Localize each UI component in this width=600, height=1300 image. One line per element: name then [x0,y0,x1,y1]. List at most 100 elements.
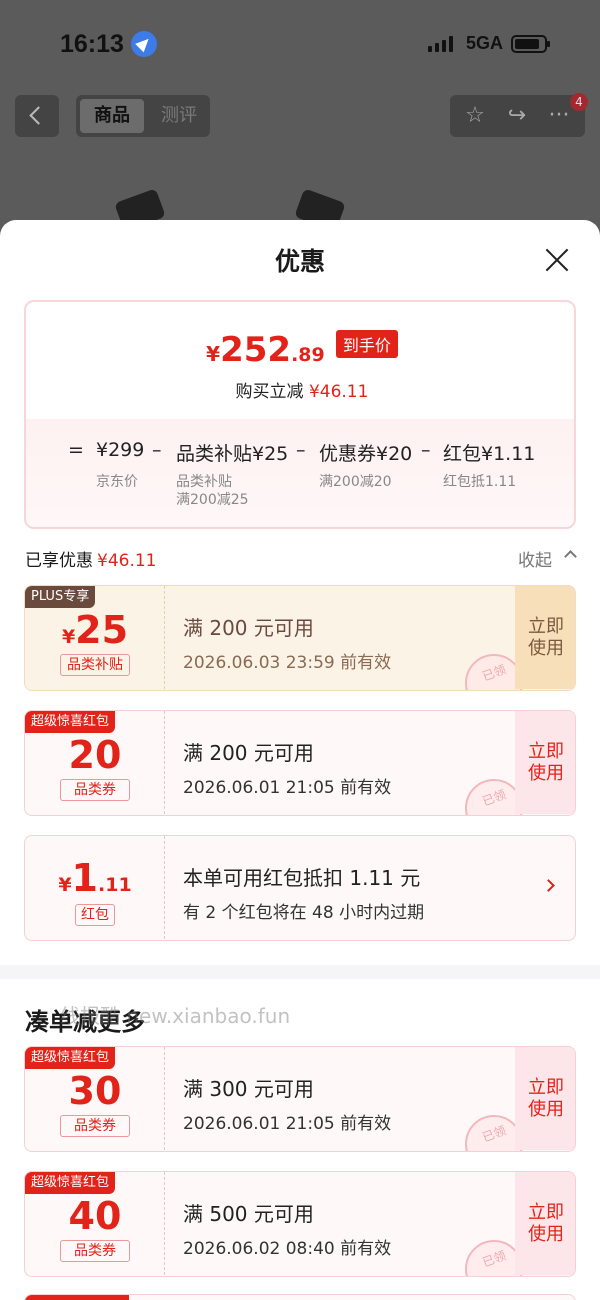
red-packet-currency: ¥ [58,874,72,896]
enjoyed-discount: 已享优惠 ¥46.11 [25,546,156,571]
coupon-left: ¥1.11 红包 [25,836,165,939]
claimed-stamp-text: 已领 [480,787,508,809]
claimed-stamp-text: 已领 [480,662,508,684]
red-packet-expiry-note: 有 2 个红包将在 48 小时内过期 [183,903,425,923]
breakdown-red-packet: 红包¥1.11 [443,443,536,465]
coupon-validity: 2026.06.01 21:05 前有效 [183,778,392,798]
coupon-amount: ¥25 [25,608,165,652]
discount-sheet: 优惠 ¥252.89 到手价 购买立减 ¥46.11 = ¥299 京东价 – … [0,220,600,1300]
coupon-left: 超级惊喜红包 40 品类券 [25,1172,165,1275]
watermark-text: 线报酷 new.xianbao.fun [60,1004,291,1028]
red-packet-amount: ¥1.11 [25,856,165,900]
product-tabs: 商品 测评 [76,95,210,137]
coupon-amount: 40 [25,1194,165,1238]
red-packet-card[interactable]: ¥1.11 红包 本单可用红包抵扣 1.11 元 有 2 个红包将在 48 小时… [24,835,576,941]
coupon-card: 超级惊喜红包 30 品类券 满 300 元可用 2026.06.01 21:05… [24,1046,576,1152]
coupon-value: 20 [68,733,122,777]
coupon-left: 超级惊喜红包 20 品类券 [25,711,165,814]
coupon-type: 红包 [75,904,115,926]
back-button[interactable] [15,95,59,137]
sheet-title: 优惠 [274,247,325,276]
nav-tools: ☆ ↪ ··· [450,95,585,137]
breakdown-jd-price-note: 京东价 [96,474,138,490]
coupon-card: 超级惊喜红包 20 品类券 满 200 元可用 2026.06.01 21:05… [24,710,576,816]
use-now-button[interactable]: 立即 使用 [515,1172,575,1275]
red-packet-value: 1 [71,856,98,900]
coupon-condition: 满 200 元可用 [183,741,314,765]
tab-review[interactable]: 测评 [152,99,206,133]
section-divider [0,965,600,979]
more-icon[interactable]: ··· [546,103,572,129]
coupon-type: 品类券 [60,1240,130,1262]
status-bar: 16:13 5GA [0,26,600,66]
close-icon[interactable] [544,247,570,273]
coupon-tag: 超级惊喜红包 [25,711,116,733]
favorite-star-icon[interactable]: ☆ [462,103,488,129]
use-now-button[interactable]: 立即 使用 [515,1047,575,1150]
coupon-card: 超级惊喜红包 40 品类券 满 500 元可用 2026.06.02 08:40… [24,1171,576,1277]
coupon-left: 超级惊喜红包 30 品类券 [25,1047,165,1150]
share-icon[interactable]: ↪ [504,103,530,129]
coupon-left: PLUS专享 ¥25 品类补贴 [25,586,165,689]
signal-icon [428,36,453,52]
tab-product[interactable]: 商品 [80,99,144,133]
coupon-value: 30 [68,1069,122,1113]
use-now-button[interactable]: 立即 使用 [515,586,575,689]
instant-discount: 购买立减 ¥46.11 [26,377,574,402]
final-price-currency: ¥ [206,342,221,366]
collapse-button[interactable]: 收起 [518,546,552,571]
claimed-stamp-text: 已领 [480,1248,508,1270]
breakdown-coupon-note: 满200减20 [319,474,392,490]
chevron-up-icon[interactable] [564,550,577,563]
breakdown-category-subsidy: 品类补贴¥25 [176,443,289,465]
coupon-amount: 20 [25,733,165,777]
coupon-amount: 30 [25,1069,165,1113]
final-price: ¥252.89 到手价 [26,330,574,370]
coupon-tag: PLUS专享 [25,586,96,608]
instant-discount-label: 购买立减 [235,382,304,402]
coupon-type: 品类券 [60,1115,130,1137]
price-summary-card: ¥252.89 到手价 购买立减 ¥46.11 = ¥299 京东价 – 品类补… [24,300,576,529]
battery-icon [511,35,550,53]
coupon-tag: 超级惊喜红包 [25,1172,116,1194]
network-label: 5GA [466,33,504,53]
breakdown-coupon: 优惠券¥20 [319,443,413,465]
coupon-card-partial [24,1294,576,1300]
price-breakdown: = ¥299 京东价 – 品类补贴¥25 品类补贴 满200减25 – 优惠券¥… [26,439,574,519]
coupon-condition: 满 300 元可用 [183,1077,314,1101]
breakdown-jd-price: ¥299 [96,439,145,461]
coupon-condition: 满 200 元可用 [183,616,314,640]
coupon-value: 40 [68,1194,122,1238]
final-price-integer: 252 [220,330,292,370]
breakdown-op: = [68,439,84,461]
red-packet-condition: 本单可用红包抵扣 1.11 元 [183,866,421,890]
final-price-badge: 到手价 [335,330,398,358]
status-time: 16:13 [60,30,124,58]
red-packet-decimal: .11 [98,874,132,896]
coupon-validity: 2026.06.01 21:05 前有效 [183,1114,392,1134]
coupon-type: 品类补贴 [60,654,130,676]
breakdown-category-subsidy-note: 品类补贴 [176,474,232,490]
coupon-condition: 满 500 元可用 [183,1202,314,1226]
coupon-validity: 2026.06.03 23:59 前有效 [183,653,392,673]
breakdown-category-subsidy-condition: 满200减25 [176,492,249,508]
enjoyed-amount: ¥46.11 [97,551,157,571]
breakdown-red-packet-note: 红包抵1.11 [443,474,517,490]
breakdown-op: – [152,439,162,461]
claimed-stamp-text: 已领 [480,1123,508,1145]
notification-badge: 4 [570,93,588,111]
coupon-type: 品类券 [60,779,130,801]
coupon-currency: ¥ [61,626,76,648]
breakdown-op: – [296,439,306,461]
breakdown-op: – [421,439,431,461]
coupon-card: PLUS专享 ¥25 品类补贴 满 200 元可用 2026.06.03 23:… [24,585,576,691]
use-now-button[interactable]: 立即 使用 [515,711,575,814]
coupon-value: 25 [75,608,129,652]
coupon-validity: 2026.06.02 08:40 前有效 [183,1239,392,1259]
final-price-decimal: .89 [291,344,325,366]
instant-discount-amount: ¥46.11 [308,382,369,402]
enjoyed-label: 已享优惠 [25,551,93,571]
chevron-right-icon[interactable] [542,879,555,892]
coupon-tag: 超级惊喜红包 [25,1047,116,1069]
location-arrow-icon [131,31,157,57]
